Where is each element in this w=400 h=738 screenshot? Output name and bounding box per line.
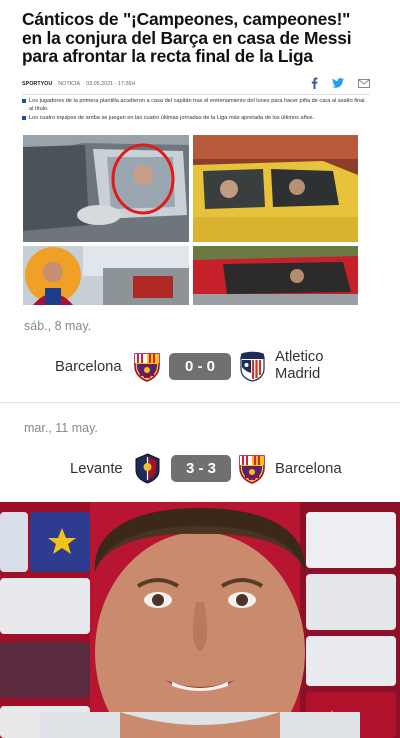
match-divider [0, 402, 400, 403]
summary-text-1: Los jugadores de la primera plantilla ac… [29, 98, 365, 112]
atletico-madrid-crest-icon [240, 351, 265, 387]
bullet-square-icon [22, 116, 26, 120]
facebook-icon[interactable] [311, 77, 318, 89]
meta-divider [22, 94, 370, 95]
photo-red-car [193, 246, 358, 305]
levante-crest-icon [134, 453, 161, 489]
messi-reaction-photo [0, 502, 400, 738]
headline-line-2: en la conjura del Barça en casa de Messi [22, 27, 352, 48]
barcelona-crest-icon [238, 454, 266, 489]
article-summary: Los jugadores de la primera plantilla ac… [22, 97, 370, 122]
home-team-name[interactable]: Barcelona [55, 359, 122, 375]
match-date: mar., 11 may. [24, 421, 98, 435]
score-box[interactable]: 0 - 0 [169, 353, 231, 380]
barcelona-crest-icon [133, 352, 161, 387]
article-headline: Cánticos de "¡Campeones, campeones!" en … [22, 10, 382, 66]
bullet-square-icon [22, 99, 26, 103]
category-label: NOTICIA [58, 81, 81, 87]
score-box[interactable]: 3 - 3 [171, 455, 231, 482]
photo-yellow-car [193, 135, 358, 242]
photo-collage [23, 135, 358, 305]
headline-line-3: para afrontar la recta final de la Liga [22, 46, 313, 66]
mail-icon[interactable] [358, 78, 370, 88]
article-meta: SPORTYOU NOTICIA 03.05.2021 - 17:26H [22, 77, 370, 91]
home-team-name[interactable]: Levante [70, 461, 123, 477]
away-team-name[interactable]: Atletico Madrid [275, 349, 324, 383]
datetime-label: 03.05.2021 - 17:26H [86, 81, 136, 87]
away-team-line-1: Atletico [275, 349, 324, 365]
summary-text-2: Los cuatro equipos de arriba se juegan e… [29, 115, 315, 121]
summary-item: Los jugadores de la primera plantilla ac… [22, 97, 370, 113]
share-bar [311, 77, 370, 89]
away-team-line-2: Madrid [275, 366, 321, 382]
headline-line-1: Cánticos de "¡Campeones, campeones!" [22, 9, 351, 29]
source-label: SPORTYOU [22, 81, 53, 87]
away-team-name[interactable]: Barcelona [275, 461, 342, 477]
twitter-icon[interactable] [332, 78, 344, 88]
photo-grey-car [23, 135, 189, 242]
summary-item: Los cuatro equipos de arriba se juegan e… [22, 114, 370, 122]
match-date: sáb., 8 may. [24, 319, 92, 333]
photo-messi-house [23, 246, 189, 305]
